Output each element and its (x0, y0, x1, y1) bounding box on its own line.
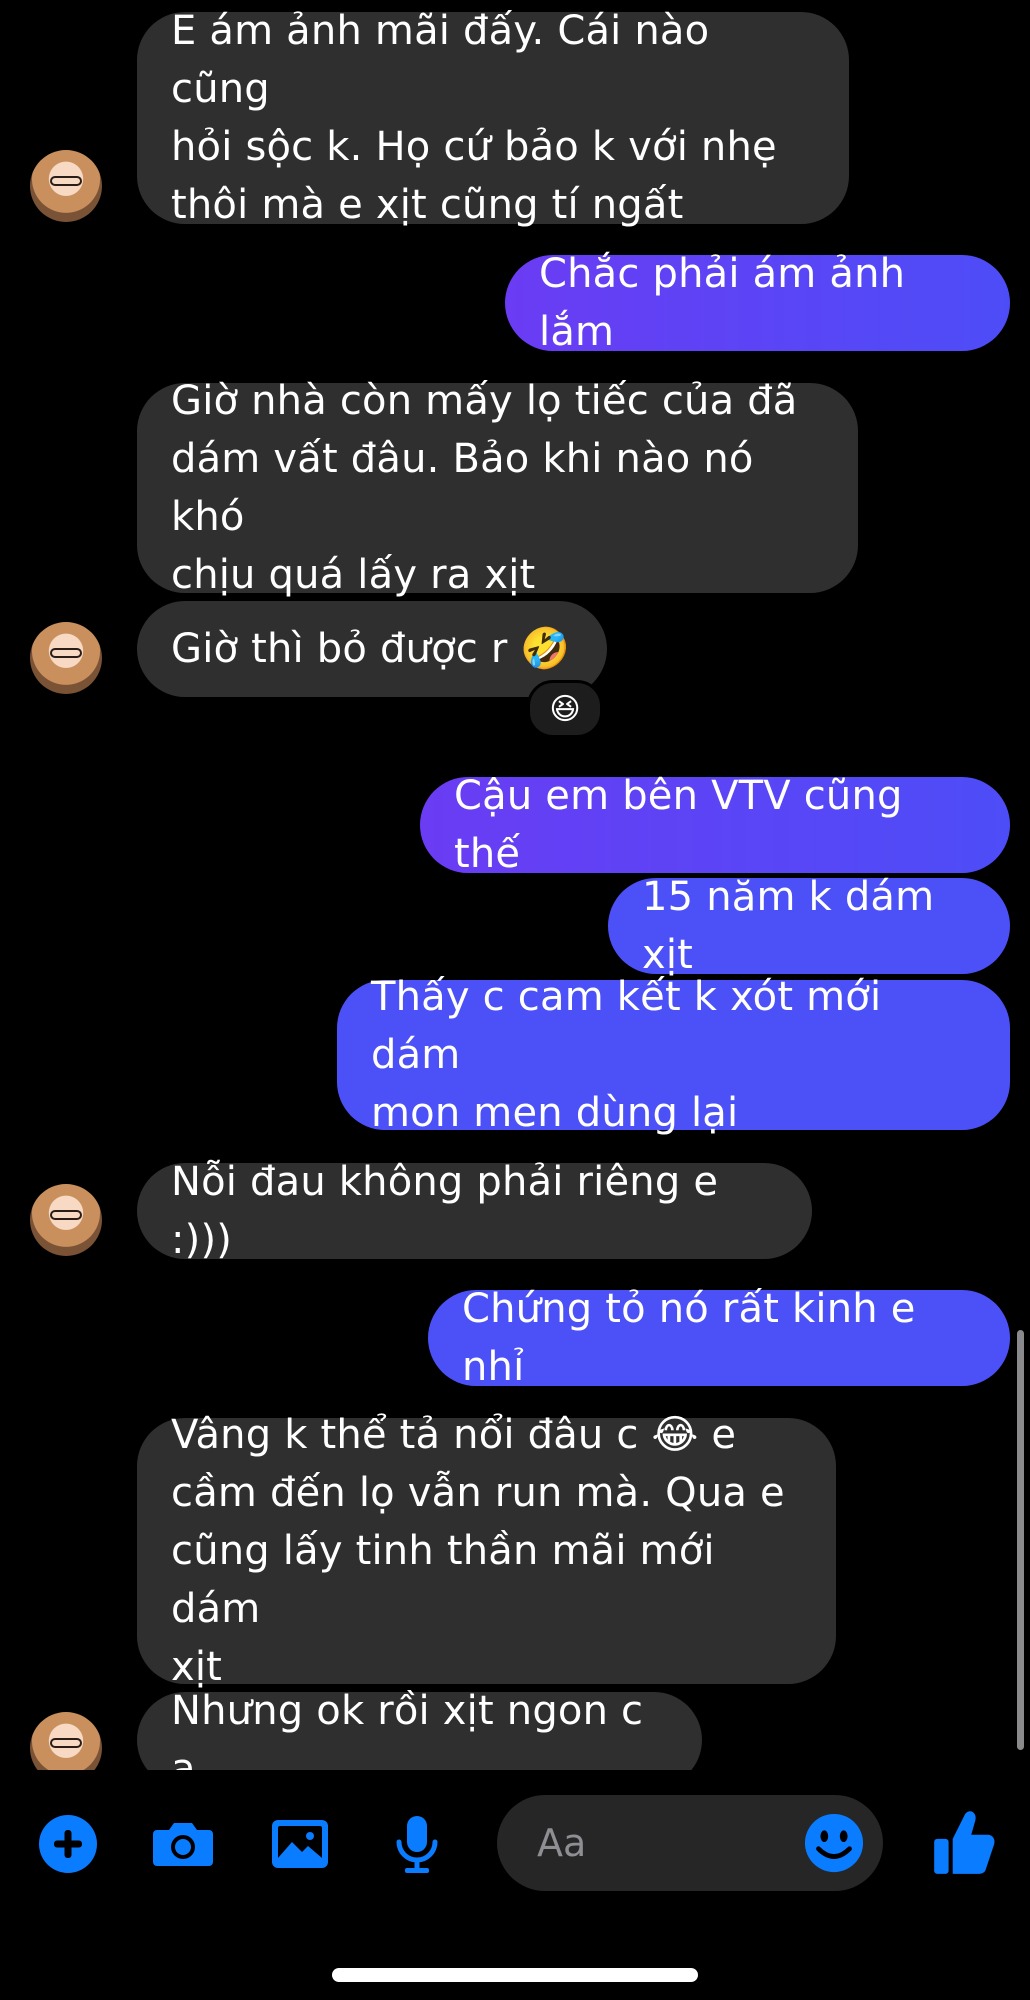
message-bubble-sent[interactable]: Chắc phải ám ảnh lắm (505, 251, 1010, 355)
message-text: Chứng tỏ nó rất kinh e nhỉ (462, 1286, 916, 1390)
message-text: Chắc phải ám ảnh lắm (539, 251, 906, 355)
message-bubble-received[interactable]: Giờ nhà còn mấy lọ tiếc của đã dám vất đ… (137, 378, 858, 598)
message-bubble-sent[interactable]: 15 năm k dám xịt (608, 874, 1010, 978)
thumbs-up-icon[interactable] (930, 1808, 996, 1878)
message-input[interactable]: Aa (497, 1795, 883, 1891)
message-text: Cậu em bên VTV cũng thế (454, 773, 903, 877)
message-bubble-sent[interactable]: Cậu em bên VTV cũng thế (420, 773, 1010, 877)
message-text: Vâng k thể tả nổi đâu c 😂 e cầm đến lọ v… (171, 1412, 785, 1690)
message-bubble-received[interactable]: Vâng k thể tả nổi đâu c 😂 e cầm đến lọ v… (137, 1412, 836, 1690)
message-bubble-received[interactable]: Giờ thì bỏ được r 🤣 (137, 601, 607, 697)
input-placeholder: Aa (537, 1821, 587, 1865)
message-text: Giờ thì bỏ được r 🤣 (171, 626, 571, 672)
reaction-emoji: 😆 (549, 691, 581, 727)
emoji-icon[interactable] (803, 1812, 865, 1874)
contact-avatar[interactable] (30, 622, 102, 694)
plus-icon[interactable] (36, 1812, 100, 1876)
contact-avatar[interactable] (30, 150, 102, 222)
microphone-icon[interactable] (385, 1812, 449, 1876)
message-text: Giờ nhà còn mấy lọ tiếc của đã dám vất đ… (171, 378, 798, 598)
home-indicator[interactable] (332, 1968, 698, 1982)
message-text: E ám ảnh mãi đấy. Cái nào cũng hỏi sộc k… (171, 8, 777, 228)
camera-icon[interactable] (151, 1812, 215, 1876)
message-bubble-received[interactable]: E ám ảnh mãi đấy. Cái nào cũng hỏi sộc k… (137, 8, 849, 228)
message-reaction[interactable]: 😆 (527, 680, 603, 738)
message-text: 15 năm k dám xịt (642, 874, 935, 978)
scrollbar[interactable] (1017, 1330, 1024, 1750)
message-bubble-sent[interactable]: Chứng tỏ nó rất kinh e nhỉ (428, 1286, 1010, 1390)
message-bubble-sent[interactable]: Thấy c cam kết k xót mới dám mon men dùn… (337, 974, 1010, 1136)
image-icon[interactable] (268, 1812, 332, 1876)
message-text: Thấy c cam kết k xót mới dám mon men dùn… (371, 974, 882, 1136)
contact-avatar[interactable] (30, 1184, 102, 1256)
message-bubble-received[interactable]: Nỗi đau không phải riêng e :))) (137, 1159, 812, 1263)
message-text: Nỗi đau không phải riêng e :))) (171, 1159, 719, 1263)
